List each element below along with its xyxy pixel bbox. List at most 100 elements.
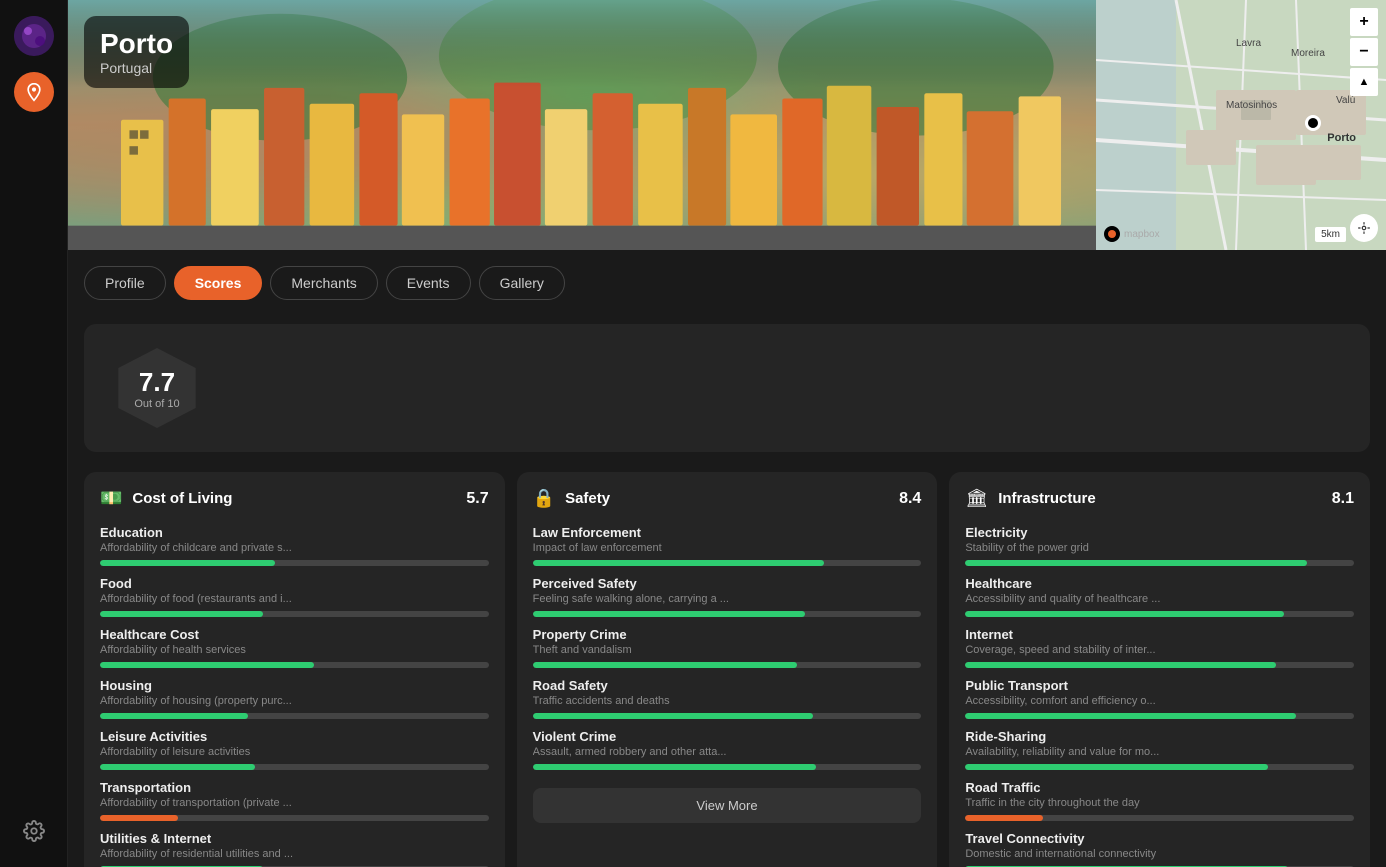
- metric-row: Food Affordability of food (restaurants …: [100, 576, 489, 617]
- metric-row: Violent Crime Assault, armed robbery and…: [533, 729, 922, 770]
- card-title: Infrastructure: [998, 490, 1096, 507]
- metric-desc: Feeling safe walking alone, carrying a .…: [533, 593, 922, 605]
- card-title-row: 🔒 Safety: [533, 488, 610, 509]
- metric-name: Education: [100, 525, 489, 540]
- bar-fill: [965, 611, 1284, 617]
- card-title: Safety: [565, 490, 610, 507]
- bar-track: [533, 611, 922, 617]
- zoom-out-button[interactable]: −: [1350, 38, 1378, 66]
- metric-desc: Affordability of housing (property purc.…: [100, 695, 489, 707]
- metric-desc: Coverage, speed and stability of inter..…: [965, 644, 1354, 656]
- card-title-row: 💵 Cost of Living: [100, 488, 232, 509]
- tab-profile[interactable]: Profile: [84, 266, 166, 300]
- bar-track: [533, 662, 922, 668]
- metric-desc: Accessibility, comfort and efficiency o.…: [965, 695, 1354, 707]
- card-score: 5.7: [466, 490, 488, 508]
- reset-north-button[interactable]: ▲: [1350, 68, 1378, 96]
- bar-track: [533, 560, 922, 566]
- card-score: 8.4: [899, 490, 921, 508]
- metric-row: Electricity Stability of the power grid: [965, 525, 1354, 566]
- view-more-button[interactable]: View More: [533, 788, 922, 823]
- metric-desc: Affordability of food (restaurants and i…: [100, 593, 489, 605]
- bar-track: [533, 764, 922, 770]
- bar-fill: [533, 764, 817, 770]
- tab-events[interactable]: Events: [386, 266, 471, 300]
- bar-fill: [965, 560, 1307, 566]
- bar-track: [100, 611, 489, 617]
- bar-fill: [533, 662, 797, 668]
- bar-track: [100, 713, 489, 719]
- bar-track: [100, 662, 489, 668]
- map-panel: Lavra Moreira Valú Matosinhos Porto + − …: [1096, 0, 1386, 250]
- bar-fill: [100, 815, 178, 821]
- bar-fill: [965, 764, 1268, 770]
- hero-overlay: Porto Portugal: [84, 16, 189, 88]
- overall-score-section: 7.7 Out of 10: [84, 324, 1370, 452]
- sidebar: [0, 0, 68, 867]
- metric-name: Healthcare Cost: [100, 627, 489, 642]
- metric-name: Ride-Sharing: [965, 729, 1354, 744]
- bar-fill: [533, 611, 805, 617]
- zoom-in-button[interactable]: +: [1350, 8, 1378, 36]
- metric-name: Transportation: [100, 780, 489, 795]
- bar-track: [100, 560, 489, 566]
- tab-gallery[interactable]: Gallery: [479, 266, 565, 300]
- metric-desc: Traffic in the city throughout the day: [965, 797, 1354, 809]
- location-nav-icon[interactable]: [14, 72, 54, 112]
- bar-fill: [100, 611, 263, 617]
- bar-track: [533, 713, 922, 719]
- metric-name: Food: [100, 576, 489, 591]
- metric-desc: Stability of the power grid: [965, 542, 1354, 554]
- metric-desc: Availability, reliability and value for …: [965, 746, 1354, 758]
- metric-row: Leisure Activities Affordability of leis…: [100, 729, 489, 770]
- metric-name: Road Traffic: [965, 780, 1354, 795]
- bar-fill: [533, 560, 825, 566]
- map-porto-label: Porto: [1327, 132, 1356, 144]
- bar-track: [965, 815, 1354, 821]
- card-score: 8.1: [1332, 490, 1354, 508]
- bar-fill: [100, 560, 275, 566]
- metric-name: Utilities & Internet: [100, 831, 489, 846]
- metric-row: Road Safety Traffic accidents and deaths: [533, 678, 922, 719]
- card-cost-of-living: 💵 Cost of Living 5.7 Education Affordabi…: [84, 472, 505, 867]
- metric-name: Housing: [100, 678, 489, 693]
- bar-fill: [965, 662, 1276, 668]
- card-header: 💵 Cost of Living 5.7: [100, 488, 489, 509]
- metric-row: Utilities & Internet Affordability of re…: [100, 831, 489, 867]
- metric-name: Healthcare: [965, 576, 1354, 591]
- bar-fill: [533, 713, 813, 719]
- bar-track: [965, 611, 1354, 617]
- metric-name: Road Safety: [533, 678, 922, 693]
- tab-scores[interactable]: Scores: [174, 266, 263, 300]
- metric-name: Internet: [965, 627, 1354, 642]
- card-icon: 🔒: [533, 488, 555, 509]
- main-content: Porto Portugal: [68, 0, 1386, 867]
- map-controls: + − ▲: [1350, 8, 1378, 96]
- bar-track: [100, 815, 489, 821]
- metric-desc: Affordability of residential utilities a…: [100, 848, 489, 860]
- map-label-lavra: Lavra: [1236, 38, 1261, 49]
- city-name: Porto: [100, 28, 173, 60]
- location-button[interactable]: [1350, 214, 1378, 242]
- metric-desc: Affordability of childcare and private s…: [100, 542, 489, 554]
- bar-fill: [965, 815, 1043, 821]
- card-title: Cost of Living: [132, 490, 232, 507]
- hero-image: Porto Portugal: [68, 0, 1096, 250]
- bar-track: [965, 713, 1354, 719]
- metric-name: Law Enforcement: [533, 525, 922, 540]
- metric-desc: Accessibility and quality of healthcare …: [965, 593, 1354, 605]
- map-label-matosinhos: Matosinhos: [1226, 100, 1277, 111]
- card-icon: 💵: [100, 488, 122, 509]
- bar-fill: [100, 764, 255, 770]
- bar-track: [965, 662, 1354, 668]
- avatar[interactable]: [14, 16, 54, 56]
- bar-fill: [100, 662, 314, 668]
- metric-desc: Affordability of health services: [100, 644, 489, 656]
- map-label-valu: Valú: [1336, 95, 1355, 106]
- country-name: Portugal: [100, 60, 173, 76]
- cards-grid: 💵 Cost of Living 5.7 Education Affordabi…: [68, 460, 1386, 867]
- metric-name: Violent Crime: [533, 729, 922, 744]
- tab-merchants[interactable]: Merchants: [270, 266, 377, 300]
- metric-row: Property Crime Theft and vandalism: [533, 627, 922, 668]
- settings-icon[interactable]: [14, 811, 54, 851]
